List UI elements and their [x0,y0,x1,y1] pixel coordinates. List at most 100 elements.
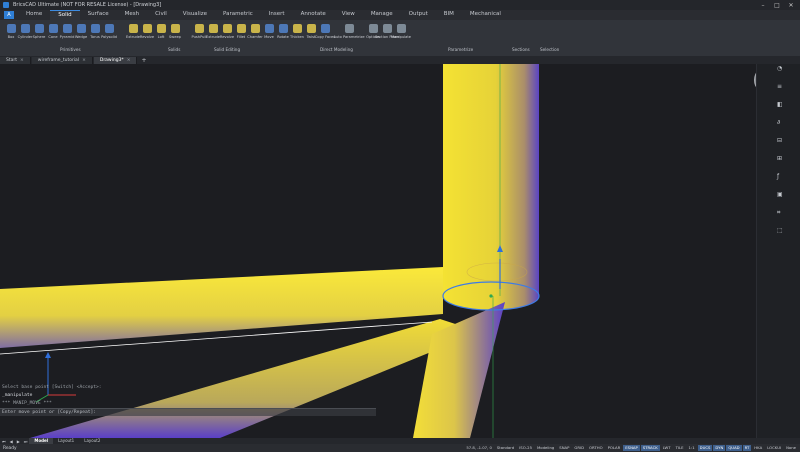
extrude-icon [128,24,138,33]
layout-nav-first-icon[interactable]: ⏮ [0,439,8,444]
ribbon-tab-manage[interactable]: Manage [363,10,401,19]
cone-icon [48,24,58,33]
status-toggle-none[interactable]: None [784,445,798,451]
status-toggle-iso-25[interactable]: ISO-25 [517,445,534,451]
layout-nav-prev-icon[interactable]: ◀ [8,439,15,444]
ribbon-tab-home[interactable]: Home [18,10,50,19]
document-tab[interactable]: wireframe_tutorial × [31,56,93,64]
tool-auto-parametrize-button[interactable]: Auto Parametrize [333,22,365,46]
ribbon-tab-view[interactable]: View [334,10,363,19]
ribbon-group-parametrize: Parametrize [448,47,474,52]
status-toggle-quad[interactable]: QUAD [726,445,742,451]
tool-move-button[interactable]: Move [262,22,276,46]
ribbon-tab-insert[interactable]: Insert [261,10,293,19]
ribbon-tab-mesh[interactable]: Mesh [117,10,147,19]
attach-icon[interactable]: ∂ [777,120,783,126]
tool-pushpull-button[interactable]: PushPull [192,22,206,46]
wedge-icon [76,24,86,33]
tool-extrude-button[interactable]: Extrude [206,22,220,46]
ribbon-tab-surface[interactable]: Surface [80,10,117,19]
command-input[interactable]: Enter move point or [Copy/Repeat]: [0,408,376,416]
tool-polysolid-button[interactable]: Polysolid [101,22,117,46]
structure-icon[interactable]: ⊟ [777,138,783,144]
formula-icon[interactable]: ƒ [777,174,783,180]
tool-manipulate-button[interactable]: Manipulate [391,22,411,46]
tool-extrude-button[interactable]: Extrude [126,22,140,46]
ribbon-tab-bim[interactable]: BIM [436,10,462,19]
ribbon-tab-civil[interactable]: Civil [147,10,175,19]
section-plane-icon [382,24,392,33]
maximize-button[interactable]: □ [770,0,784,10]
tool-pyramid-button[interactable]: Pyramid [60,22,74,46]
tool-label: Wedge [74,35,88,39]
tool-sweep-button[interactable]: Sweep [168,22,182,46]
status-toggle-ortho[interactable]: ORTHO [587,445,605,451]
ribbon-tab-solid[interactable]: Solid [50,10,80,20]
twist-icon [306,24,316,33]
tool-wedge-button[interactable]: Wedge [74,22,88,46]
layout-nav-last-icon[interactable]: ⏭ [22,439,30,444]
close-tab-icon[interactable]: × [127,58,131,63]
close-tab-icon[interactable]: × [82,58,86,63]
status-toggle-lockui[interactable]: LOCKUI [765,445,783,451]
status-toggle-standard[interactable]: Standard [495,445,516,451]
tool-twist-button[interactable]: Twist [304,22,318,46]
tool-cone-button[interactable]: Cone [46,22,60,46]
new-document-tab-button[interactable]: + [141,57,146,64]
tool-copy-faces-button[interactable]: Copy Faces [315,22,335,46]
tool-thicken-button[interactable]: Thicken [290,22,304,46]
tool-fillet-button[interactable]: Fillet [234,22,248,46]
document-tab[interactable]: Start × [0,56,31,64]
tool-chamfer-button[interactable]: Chamfer [247,22,263,46]
tool-box-button[interactable]: Box [4,22,18,46]
minimize-button[interactable]: – [756,0,770,10]
status-toggle-lwt[interactable]: LWT [661,445,673,451]
model-viewport[interactable] [0,64,756,438]
mechanical-browser-icon[interactable]: ⊞ [777,156,783,162]
ribbon-tab-mechanical[interactable]: Mechanical [462,10,509,19]
blocks-icon[interactable]: ⬚ [777,228,783,234]
tool-label: Thicken [290,35,304,39]
tool-cylinder-button[interactable]: Cylinder [18,22,32,46]
layout-nav-next-icon[interactable]: ▶ [15,439,22,444]
tool-palette-icon[interactable]: ⌗ [777,210,783,216]
status-toggle-grid[interactable]: GRID [572,445,586,451]
ribbon-tab-output[interactable]: Output [401,10,436,19]
status-toggle-ducs[interactable]: DUCS [697,445,713,451]
application-menu-button[interactable]: A [4,11,14,19]
ribbon-tab-visualize[interactable]: Visualize [175,10,215,19]
tool-section-plane-button[interactable]: Section Plane [375,22,399,46]
layers-icon[interactable]: ◧ [777,102,783,108]
status-toggle-tile[interactable]: TILE [674,445,686,451]
tool-revolve-button[interactable]: Revolve [140,22,154,46]
properties-icon[interactable]: ≡ [777,84,783,90]
lightbulb-icon[interactable]: ◔ [777,66,783,72]
status-toggle-1-1[interactable]: 1:1 [687,445,697,451]
ribbon-tab-parametric[interactable]: Parametric [215,10,261,19]
ribbon-tab-annotate[interactable]: Annotate [293,10,334,19]
status-toggle-strack[interactable]: STRACK [640,445,660,451]
tool-loft-button[interactable]: Loft [154,22,168,46]
status-toggle-snap[interactable]: SNAP [557,445,571,451]
sweep-icon [170,24,180,33]
status-toggle-rt[interactable]: RT [742,445,752,451]
tool-rotate-button[interactable]: Rotate [276,22,290,46]
status-toggle-esnap[interactable]: ESNAP [623,445,640,451]
tool-torus-button[interactable]: Torus [88,22,102,46]
tool-sphere-button[interactable]: Sphere [32,22,46,46]
fillet-icon [236,24,246,33]
close-button[interactable]: ✕ [784,0,798,10]
tool-options-button[interactable]: Options [366,22,380,46]
library-icon[interactable]: ▣ [777,192,783,198]
close-tab-icon[interactable]: × [20,58,24,63]
status-toggle-polar[interactable]: POLAR [606,445,623,451]
ribbon-group-solids: Solids [168,47,181,52]
ribbon-group-direct-modeling: Direct Modeling [320,47,353,52]
polysolid-icon [104,24,114,33]
tool-revolve-button[interactable]: Revolve [220,22,234,46]
status-toggle-dyn[interactable]: DYN [713,445,726,451]
status-toggle-hka[interactable]: HKA [752,445,764,451]
document-tab[interactable]: Drawing3* × [93,56,138,64]
document-tab-label: wireframe_tutorial [37,57,80,63]
status-toggle-modeling[interactable]: Modeling [535,445,556,451]
